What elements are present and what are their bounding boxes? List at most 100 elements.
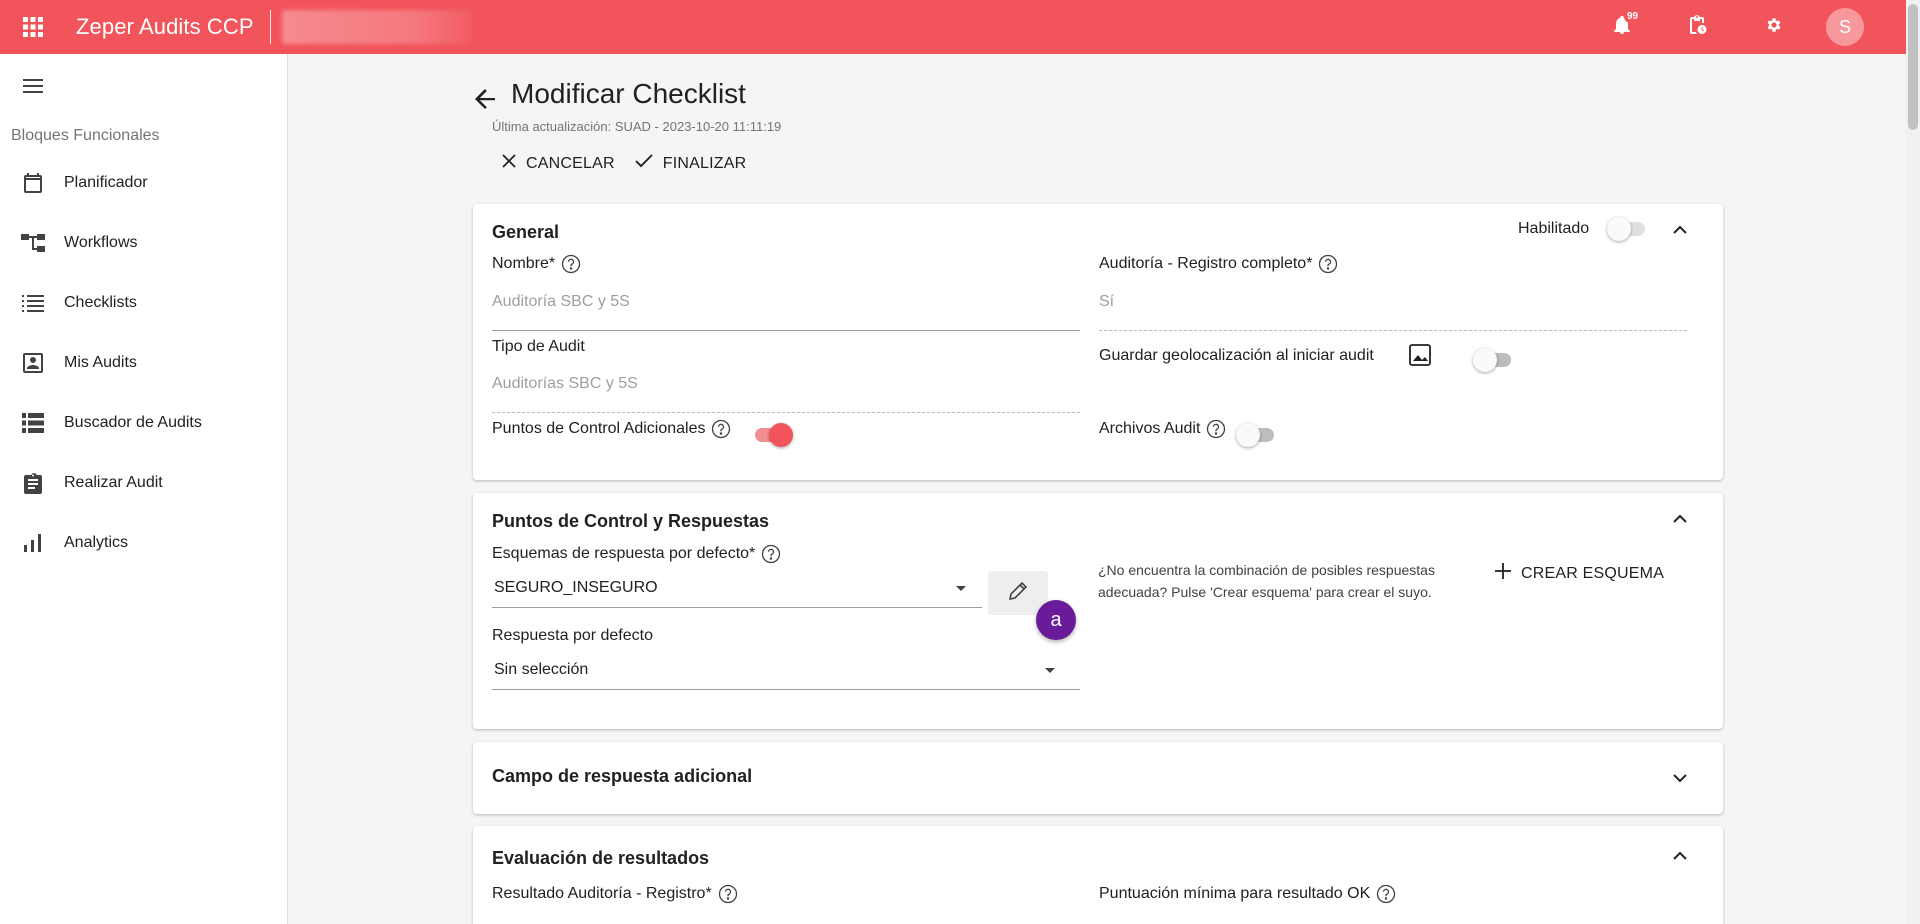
help-icon[interactable] [1376, 884, 1396, 904]
extra-points-label-text: Puntos de Control Adicionales [492, 420, 706, 437]
top-bar-actions: 99 S [1584, 0, 1906, 54]
clipboard-icon [20, 470, 46, 496]
plus-icon [1495, 563, 1511, 584]
name-underline [492, 330, 1080, 331]
scrollbar-thumb[interactable] [1908, 4, 1918, 130]
sidebar-item-realizar-audit[interactable]: Realizar Audit [0, 453, 287, 513]
notifications-button[interactable]: 99 [1584, 0, 1660, 54]
check-icon [635, 154, 653, 173]
schema-label-text: Esquemas de respuesta por defecto* [492, 545, 756, 562]
sidebar-item-analytics[interactable]: Analytics [0, 513, 287, 573]
gear-icon [1765, 16, 1783, 39]
sidebar-nav: Planificador Workflows Checklists Mis Au… [0, 153, 287, 573]
settings-button[interactable] [1736, 0, 1812, 54]
default-answer-dropdown-arrow-icon[interactable] [1045, 668, 1055, 673]
user-avatar[interactable]: S [1826, 8, 1864, 46]
default-answer-label: Respuesta por defecto [492, 627, 653, 644]
schema-dropdown-arrow-icon[interactable] [956, 586, 966, 591]
sidebar-item-buscador-de-audits[interactable]: Buscador de Audits [0, 393, 287, 453]
help-icon[interactable] [718, 884, 738, 904]
page-scrollbar[interactable] [1906, 0, 1920, 924]
last-update-text: Última actualización: SUAD - 2023-10-20 … [492, 119, 782, 134]
bar-chart-icon [20, 530, 46, 556]
calendar-icon [20, 170, 46, 196]
cancel-button[interactable]: CANCELAR [502, 154, 615, 173]
sidebar-item-mis-audits[interactable]: Mis Audits [0, 333, 287, 393]
sidebar-item-workflows[interactable]: Workflows [0, 213, 287, 273]
sidebar-item-label: Checklists [64, 294, 137, 311]
schema-select-value[interactable]: SEGURO_INSEGURO [494, 579, 658, 597]
additional-field-card[interactable]: Campo de respuesta adicional [473, 742, 1723, 814]
audit-files-label-text: Archivos Audit [1099, 420, 1201, 437]
create-schema-hint: ¿No encuentra la combinación de posibles… [1098, 562, 1435, 600]
apps-grid-icon[interactable] [0, 0, 66, 54]
clipboard-clock-icon [1689, 14, 1707, 40]
sidebar-item-label: Workflows [64, 234, 138, 251]
default-answer-underline [492, 689, 1080, 690]
notifications-count-badge: 99 [1624, 10, 1642, 23]
help-icon[interactable] [1206, 419, 1226, 439]
audit-files-field-label: Archivos Audit [1099, 419, 1226, 439]
toggle-thumb [1607, 217, 1631, 241]
back-arrow-icon[interactable] [470, 84, 500, 114]
result-label-text: Resultado Auditoría - Registro* [492, 885, 712, 902]
name-field-label: Nombre* [492, 254, 581, 274]
cancel-label: CANCELAR [526, 154, 615, 172]
evaluation-card-title: Evaluación de resultados [492, 848, 710, 868]
result-field-label: Resultado Auditoría - Registro* [492, 884, 738, 904]
sidebar-caption: Bloques Funcionales [11, 127, 160, 144]
finish-button[interactable]: FINALIZAR [635, 154, 747, 173]
name-value[interactable]: Auditoría SBC y 5S [492, 293, 630, 311]
create-schema-button[interactable]: CREAR ESQUEMA [1495, 563, 1664, 584]
sidebar-item-planificador[interactable]: Planificador [0, 153, 287, 213]
toggle-thumb [1473, 348, 1497, 372]
clipboard-clock-button[interactable] [1660, 0, 1736, 54]
extra-points-field-label: Puntos de Control Adicionales [492, 419, 731, 439]
full-record-underline [1099, 330, 1687, 331]
chevron-up-icon[interactable] [1667, 842, 1693, 868]
audit-files-toggle[interactable] [1236, 423, 1276, 447]
audit-type-label: Tipo de Audit [492, 338, 585, 355]
main-content: Modificar Checklist Última actualización… [288, 54, 1906, 924]
help-icon[interactable] [761, 544, 781, 564]
help-icon[interactable] [1318, 254, 1338, 274]
sidebar-item-checklists[interactable]: Checklists [0, 273, 287, 333]
full-record-field-label: Auditoría - Registro completo* [1099, 254, 1338, 274]
sidebar-item-label: Planificador [64, 174, 148, 191]
image-icon[interactable] [1409, 344, 1431, 371]
toggle-thumb [769, 423, 793, 447]
enabled-toggle[interactable] [1607, 217, 1647, 241]
name-label-text: Nombre* [492, 255, 556, 272]
sidebar-item-label: Realizar Audit [64, 474, 163, 491]
close-icon [502, 154, 516, 173]
list-view-icon [20, 410, 46, 436]
checklist-icon [20, 290, 46, 316]
chevron-up-icon[interactable] [1667, 505, 1693, 531]
default-answer-select-value[interactable]: Sin selección [494, 661, 588, 679]
sidebar-item-label: Buscador de Audits [64, 414, 202, 431]
workflow-icon [20, 230, 46, 256]
chevron-up-icon[interactable] [1667, 216, 1693, 242]
evaluation-card: Evaluación de resultados Resultado Audit… [473, 826, 1723, 924]
min-score-field-label: Puntuación mínima para resultado OK [1099, 884, 1396, 904]
additional-field-card-title: Campo de respuesta adicional [492, 766, 753, 786]
geo-toggle[interactable] [1473, 348, 1513, 372]
full-record-label-text: Auditoría - Registro completo* [1099, 255, 1313, 272]
help-icon[interactable] [711, 419, 731, 439]
page-actions: CANCELAR FINALIZAR [502, 154, 746, 173]
finish-label: FINALIZAR [662, 154, 747, 172]
hamburger-menu-icon[interactable] [18, 71, 48, 101]
schema-underline [492, 607, 982, 608]
general-card-title: General [492, 222, 560, 242]
chevron-down-icon[interactable] [1667, 765, 1693, 791]
blurred-organization-name [281, 10, 472, 44]
full-record-value: Sí [1099, 293, 1115, 310]
enabled-label: Habilitado [1518, 220, 1590, 237]
audit-type-underline [492, 412, 1080, 413]
app-title: Zeper Audits CCP [76, 14, 254, 39]
schema-field-label: Esquemas de respuesta por defecto* [492, 544, 781, 564]
geo-label: Guardar geolocalización al iniciar audit [1099, 347, 1374, 364]
general-card: General Habilitado Nombre* Auditoría SBC… [473, 204, 1723, 480]
extra-points-toggle[interactable] [751, 423, 793, 447]
help-icon[interactable] [561, 254, 581, 274]
